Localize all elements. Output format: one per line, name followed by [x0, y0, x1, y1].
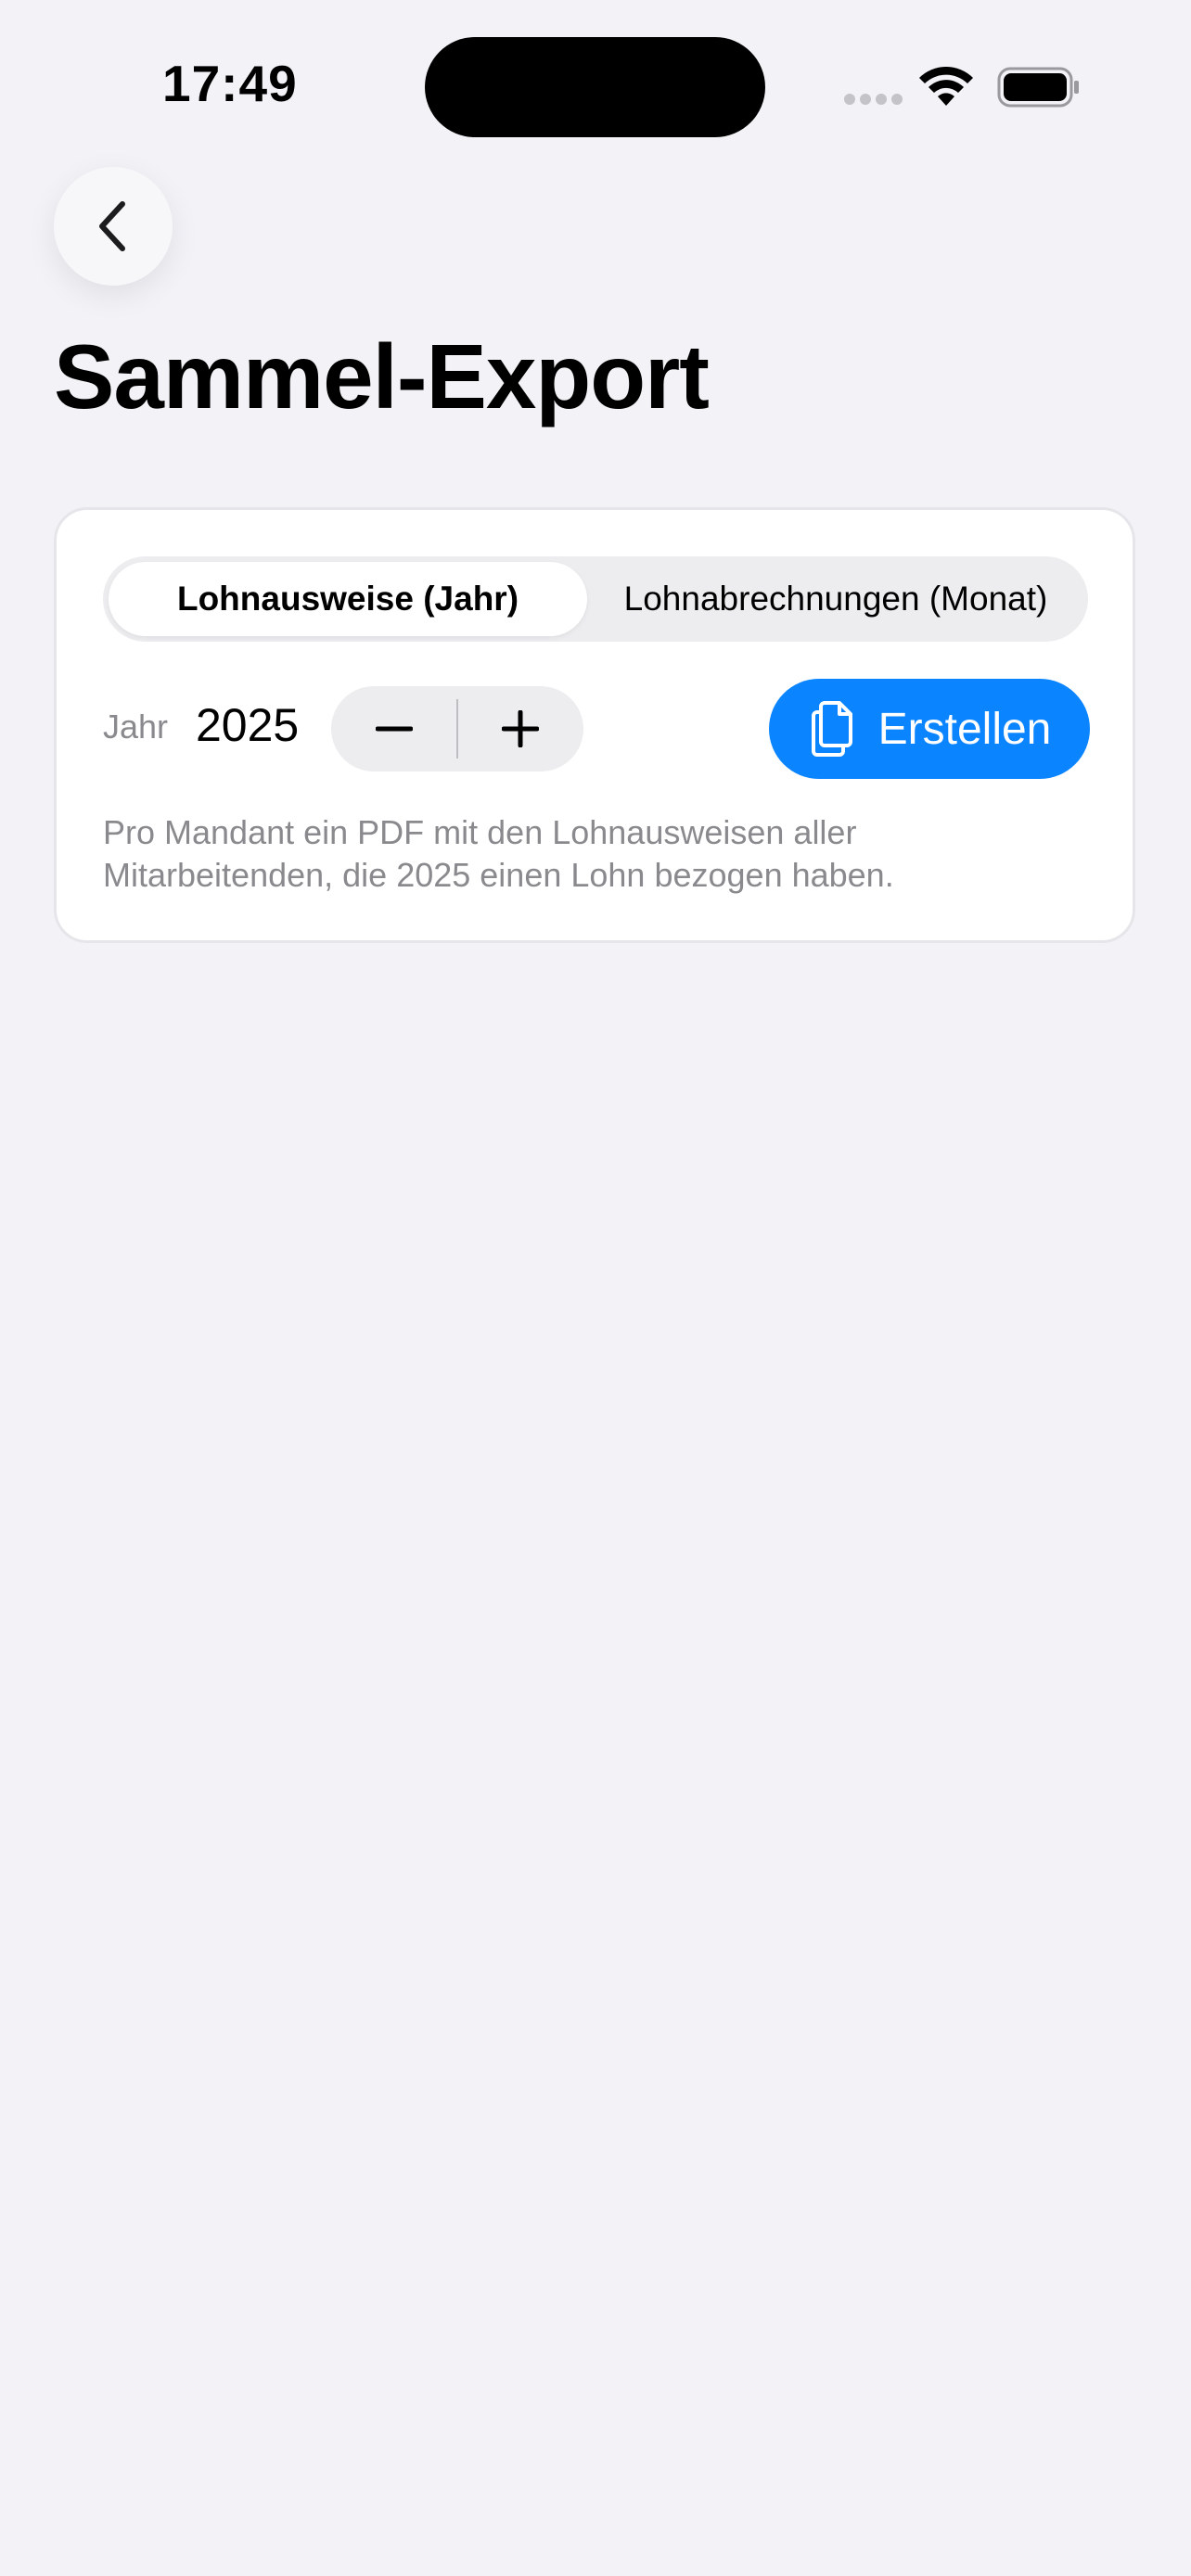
- export-type-segmented-control: Lohnausweise (Jahr) Lohnabrechnungen (Mo…: [103, 556, 1088, 642]
- documents-icon: [811, 701, 852, 757]
- year-value: 2025: [196, 699, 300, 751]
- segment-lohnausweise[interactable]: Lohnausweise (Jahr): [109, 562, 587, 636]
- segment-lohnabrechnungen[interactable]: Lohnabrechnungen (Monat): [587, 562, 1084, 636]
- minus-icon: [376, 726, 413, 732]
- year-label: Jahr: [103, 708, 169, 746]
- cellular-signal-icon: [844, 93, 907, 109]
- create-button-label: Erstellen: [877, 704, 1052, 754]
- battery-icon: [997, 67, 1079, 108]
- year-increment-button[interactable]: [457, 686, 583, 772]
- year-stepper: [331, 686, 583, 772]
- year-decrement-button[interactable]: [331, 686, 457, 772]
- export-hint-text: Pro Mandant ein PDF mit den Lohnausweise…: [103, 813, 894, 894]
- page-title: Sammel-Export: [54, 325, 710, 427]
- dynamic-island: [425, 37, 765, 137]
- create-button[interactable]: Erstellen: [769, 679, 1090, 779]
- status-bar: 17:49: [0, 0, 1191, 176]
- back-button[interactable]: [54, 167, 173, 286]
- chevron-left-icon: [99, 201, 125, 251]
- plus-icon: [502, 710, 539, 747]
- wifi-icon: [919, 67, 973, 106]
- export-card: Lohnausweise (Jahr) Lohnabrechnungen (Mo…: [54, 507, 1135, 943]
- status-time: 17:49: [162, 55, 298, 112]
